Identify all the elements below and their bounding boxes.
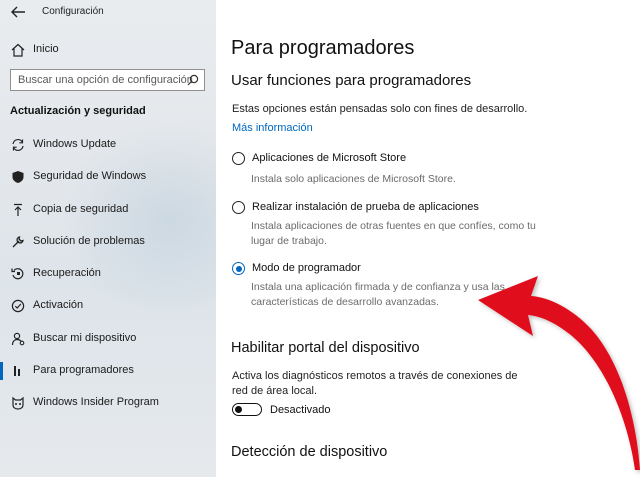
radio-button-selected[interactable]	[232, 262, 245, 275]
sidebar-item-windows-security[interactable]: Seguridad de Windows	[0, 164, 216, 196]
option-label: Aplicaciones de Microsoft Store	[252, 152, 407, 164]
radio-button[interactable]	[232, 201, 245, 214]
option-help-text: Instala una aplicación firmada y de conf…	[251, 281, 505, 308]
backup-arrow-icon	[14, 203, 22, 216]
sidebar-item-label: Windows Update	[33, 138, 117, 150]
sidebar-item-label: Windows Insider Program	[33, 396, 159, 409]
window-title: Configuración	[42, 6, 104, 17]
recovery-icon	[11, 268, 24, 280]
option-help-text: Instala solo aplicaciones de Microsoft S…	[251, 173, 456, 185]
sidebar-item-label: Activación	[33, 299, 84, 312]
sidebar-item-activation[interactable]: Activación	[0, 293, 216, 325]
person-locate-icon	[11, 332, 25, 346]
sidebar-item-label: Seguridad de Windows	[33, 170, 147, 183]
settings-search-input[interactable]: Buscar una opción de configuración	[10, 69, 205, 91]
sidebar-item-label: Buscar mi dispositivo	[33, 331, 137, 344]
shield-icon	[12, 171, 24, 184]
home-icon	[11, 43, 25, 57]
radio-button[interactable]	[232, 152, 245, 165]
sidebar-item-label: Para programadores	[33, 364, 134, 377]
option-label: Modo de programador	[252, 262, 361, 274]
check-circle-icon	[11, 300, 25, 313]
sidebar-item-developers[interactable]: Para programadores	[0, 358, 216, 390]
sidebar-item-label: Solución de problemas	[33, 234, 145, 247]
search-placeholder: Buscar una opción de configuración	[18, 74, 193, 86]
device-discovery-heading: Detección de dispositivo	[231, 444, 388, 460]
more-info-link[interactable]: Más información	[232, 122, 313, 134]
sidebar-section-heading: Actualización y seguridad	[10, 105, 146, 117]
portal-toggle-state: Desactivado	[270, 404, 331, 416]
portal-toggle-switch[interactable]	[232, 403, 262, 416]
sync-icon	[12, 139, 24, 151]
portal-heading: Habilitar portal del dispositivo	[231, 340, 420, 356]
option-help-text: Instala aplicaciones de otras fuentes en…	[251, 220, 536, 247]
section-title: Usar funciones para programadores	[231, 72, 472, 89]
sidebar-item-recovery[interactable]: Recuperación	[0, 261, 216, 293]
section-description: Estas opciones están pensadas solo con f…	[232, 103, 528, 115]
sidebar-nav-list: Windows Update Seguridad de Windows Copi…	[0, 132, 216, 423]
sidebar-item-backup[interactable]: Copia de seguridad	[0, 197, 216, 229]
search-icon[interactable]	[187, 74, 199, 86]
sidebar-item-label: Recuperación	[33, 267, 101, 280]
page-title: Para programadores	[231, 37, 415, 59]
portal-description: Activa los diagnósticos remotos a través…	[232, 370, 518, 397]
option-label: Realizar instalación de prueba de aplica…	[252, 201, 479, 213]
sidebar-item-windows-update[interactable]: Windows Update	[0, 132, 216, 164]
sidebar: Configuración Inicio Buscar una opción d…	[0, 0, 216, 477]
nav-home[interactable]: Inicio	[0, 39, 216, 61]
sidebar-item-insider-program[interactable]: Windows Insider Program	[0, 390, 216, 422]
main-content: Para programadores Usar funciones para p…	[216, 0, 640, 477]
back-arrow-icon[interactable]	[10, 5, 26, 19]
title-bar: Configuración	[0, 0, 216, 24]
wrench-icon	[12, 236, 24, 248]
insider-cat-icon	[12, 397, 24, 410]
nav-home-label: Inicio	[33, 43, 59, 55]
developer-bars-icon	[14, 366, 20, 377]
sidebar-item-find-device[interactable]: Buscar mi dispositivo	[0, 326, 216, 358]
sidebar-item-troubleshoot[interactable]: Solución de problemas	[0, 229, 216, 261]
sidebar-item-label: Copia de seguridad	[33, 202, 129, 215]
